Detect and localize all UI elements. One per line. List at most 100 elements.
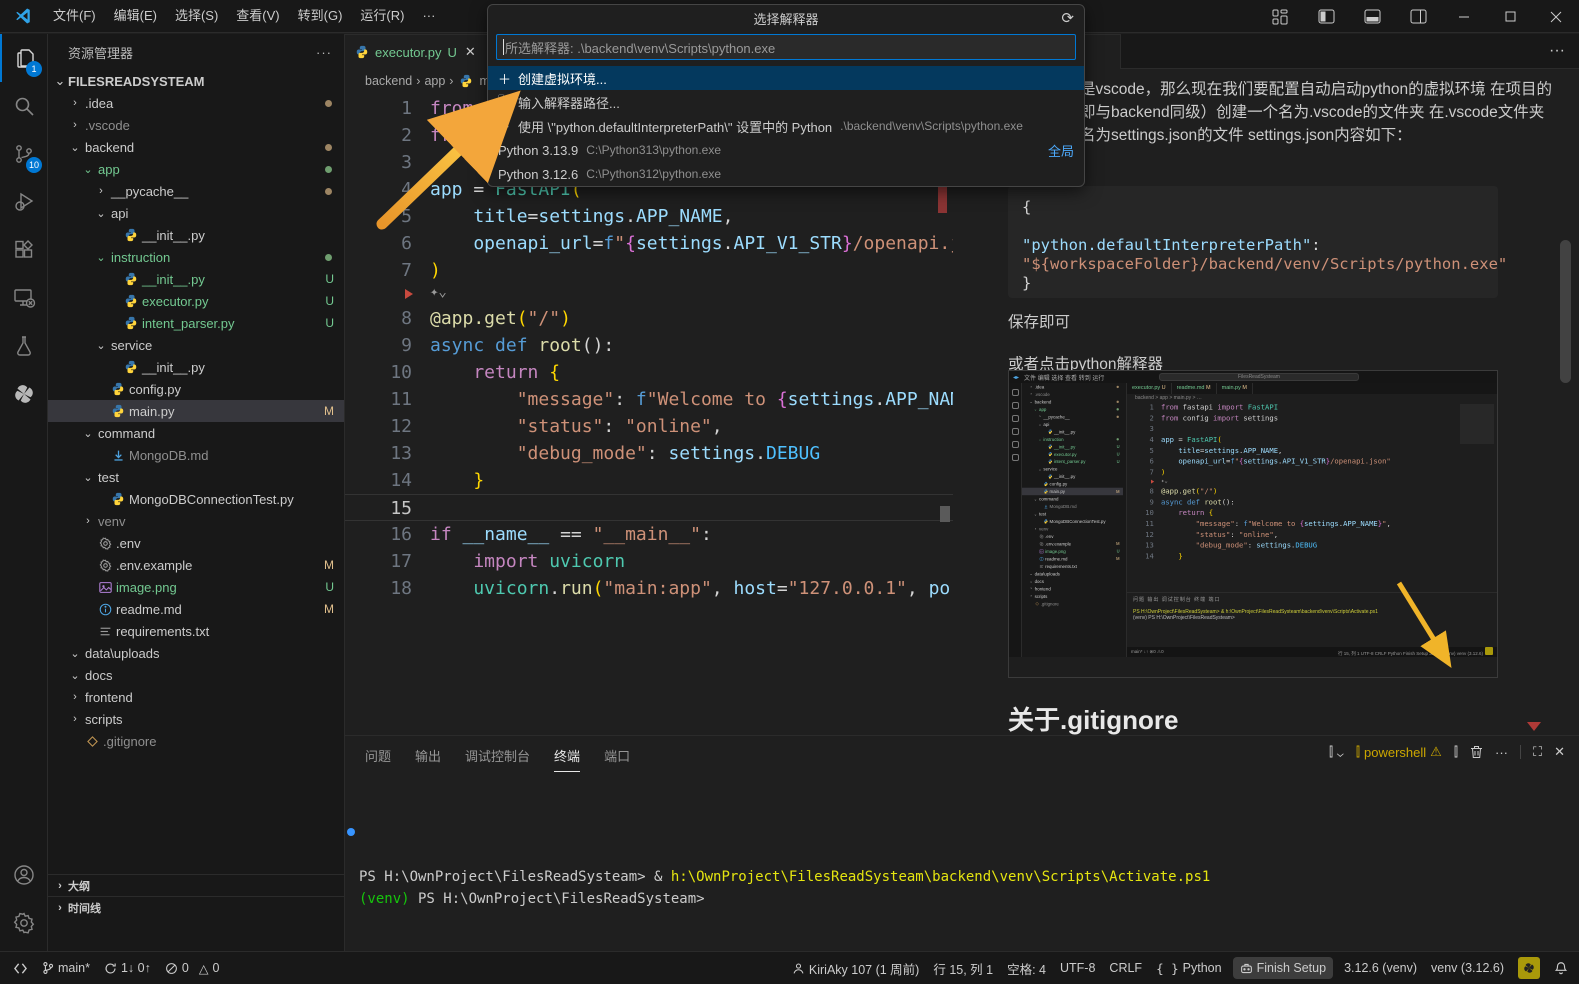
sparkle-icon[interactable]: ✦⌄ <box>1161 478 1168 484</box>
chevron-right-icon[interactable]: › <box>1033 527 1038 531</box>
quickpick-item-1[interactable]: 🗀输入解释器路径... <box>488 90 1084 114</box>
tree-item-executor.py[interactable]: executor.pyU <box>48 290 344 312</box>
code-line-6[interactable]: 6 openapi_url=f"{settings.API_V1_STR}/op… <box>1127 456 1487 467</box>
chevron-right-icon[interactable]: › <box>1028 587 1033 591</box>
tree-item-__init__.py[interactable]: __init__.py <box>48 356 344 378</box>
chevron-down-icon[interactable]: ⌄ <box>80 427 96 440</box>
tree-item-api[interactable]: ⌄api <box>1022 420 1123 427</box>
tree-item-command[interactable]: ⌄command <box>1022 495 1123 502</box>
code-line-7[interactable]: 7) <box>1127 467 1487 478</box>
tree-item-instruction[interactable]: ⌄instruction <box>48 246 344 268</box>
tree-item-backend[interactable]: ⌄backend <box>1022 398 1123 405</box>
quickpick-item-3[interactable]: Python 3.13.9C:\Python313\python.exe全局 <box>488 138 1084 162</box>
status-language-mode[interactable]: { }Python <box>1149 957 1229 979</box>
tab-close-icon[interactable]: ✕ <box>465 44 476 60</box>
chevron-down-icon[interactable]: ⌄ <box>67 669 83 682</box>
menu-g[interactable]: 转到(G) <box>289 5 352 27</box>
quickpick-item-4[interactable]: Python 3.12.6C:\Python312\python.exe <box>488 162 1084 186</box>
terminal-output[interactable]: PS H:\OwnProject\FilesReadSysteam> & h:\… <box>359 800 1210 910</box>
status-extension-badge[interactable] <box>1511 957 1547 979</box>
tree-item-.gitignore[interactable]: .gitignore <box>1022 600 1123 607</box>
status-problems[interactable]: 0△0 <box>158 957 227 979</box>
maximize-button[interactable] <box>1487 0 1533 33</box>
tree-item-.gitignore[interactable]: .gitignore <box>48 730 344 752</box>
chevron-right-icon[interactable]: › <box>67 713 83 725</box>
status-python-version[interactable]: 3.12.6 (venv) <box>1337 957 1424 979</box>
tree-item-readme.md[interactable]: readme.mdM <box>1022 555 1123 562</box>
chevron-right-icon[interactable]: › <box>1028 385 1033 389</box>
section-timeline[interactable]: ›时间线 <box>48 896 345 918</box>
code-line-7[interactable]: 7) <box>345 257 953 284</box>
refresh-icon[interactable]: ⟳ <box>1061 9 1074 27</box>
panel-tab-端口[interactable]: 端口 <box>604 746 630 772</box>
code-line-10[interactable]: 10 return { <box>345 359 953 386</box>
tree-item-docs[interactable]: ⌄docs <box>1022 577 1123 584</box>
sparkle-icon[interactable]: ✦⌄ <box>430 284 447 300</box>
customize-layout-icon[interactable] <box>1257 0 1303 33</box>
tree-item-requirements.txt[interactable]: requirements.txt <box>1022 563 1123 570</box>
tree-item-data-uploads[interactable]: ⌄data\uploads <box>48 642 344 664</box>
chevron-right-icon[interactable]: › <box>67 97 83 109</box>
tree-item-service[interactable]: ⌄service <box>48 334 344 356</box>
split-terminal-icon[interactable]: ⫿ <box>1454 744 1458 760</box>
tree-item-.vscode[interactable]: ›.vscode <box>1022 390 1123 397</box>
status-blame-info[interactable]: KiriAky 107 (1 周前) <box>785 957 926 979</box>
chevron-right-icon[interactable]: › <box>93 185 109 197</box>
editor-scrollbar[interactable] <box>940 506 950 522</box>
tree-item-venv[interactable]: ›venv <box>1022 525 1123 532</box>
toggle-sidebar-icon[interactable] <box>1303 0 1349 33</box>
tree-item-__init__.py[interactable]: __init__.pyU <box>1022 443 1123 450</box>
quickpick-item-2[interactable]: ⚙使用 \"python.defaultInterpreterPath\" 设置… <box>488 114 1084 138</box>
tree-item-docs[interactable]: ⌄docs <box>48 664 344 686</box>
tree-item-__init__.py[interactable]: __init__.py <box>48 224 344 246</box>
tree-item-mongodb.md[interactable]: MongoDB.md <box>48 444 344 466</box>
code-line-10[interactable]: 10 return { <box>1127 508 1487 519</box>
breadcrumb-segment[interactable]: backend <box>365 74 412 88</box>
code-line-11[interactable]: 11 "message": f"Welcome to {settings.APP… <box>1127 518 1487 529</box>
code-line-13[interactable]: 13 "debug_mode": settings.DEBUG <box>345 440 953 467</box>
tree-item-.idea[interactable]: ›.idea <box>1022 383 1123 390</box>
tree-item-.env[interactable]: .env <box>48 532 344 554</box>
code-line-8[interactable]: 8@app.get("/") <box>1127 486 1487 497</box>
testing-icon[interactable] <box>0 322 48 370</box>
chevron-down-icon[interactable]: ⌄ <box>1037 437 1042 441</box>
extensions-icon[interactable] <box>0 226 48 274</box>
chevron-down-icon[interactable]: ⌄ <box>67 647 83 660</box>
tree-item-command[interactable]: ⌄command <box>48 422 344 444</box>
tree-item-instruction[interactable]: ⌄instruction <box>1022 435 1123 442</box>
tree-item-mongodb.md[interactable]: MongoDB.md <box>1022 503 1123 510</box>
code-line-5[interactable]: 5 title=settings.APP_NAME, <box>1127 445 1487 456</box>
minimize-button[interactable] <box>1441 0 1487 33</box>
menu-e[interactable]: 编辑(E) <box>105 5 166 27</box>
panel-tab-输出[interactable]: 输出 <box>415 746 441 772</box>
close-panel-icon[interactable]: ✕ <box>1554 744 1565 760</box>
quickpick-item-0[interactable]: ＋创建虚拟环境... <box>488 66 1084 90</box>
tree-item-image.png[interactable]: image.pngU <box>48 576 344 598</box>
more-actions-icon[interactable]: ··· <box>1495 745 1508 760</box>
chevron-down-icon[interactable]: ⌄ <box>1037 422 1042 426</box>
source-control-icon[interactable]: 10 <box>0 130 48 178</box>
chevron-down-icon[interactable]: ⌄ <box>1028 579 1033 583</box>
status-finish-setup[interactable]: Finish Setup <box>1233 957 1333 979</box>
pinwheel-extension-icon[interactable] <box>0 370 48 418</box>
chevron-down-icon[interactable]: ⌄ <box>80 163 96 176</box>
run-debug-icon[interactable] <box>0 178 48 226</box>
code-line-13[interactable]: 13 "debug_mode": settings.DEBUG <box>1127 540 1487 551</box>
tree-item-.idea[interactable]: ›.idea <box>48 92 344 114</box>
breadcrumb-segment[interactable]: app <box>424 74 445 88</box>
tree-item-test[interactable]: ⌄test <box>48 466 344 488</box>
status-indentation[interactable]: 空格: 4 <box>1000 957 1053 979</box>
status-git-branch[interactable]: main* <box>35 957 97 979</box>
chevron-down-icon[interactable]: ⌄ <box>1037 467 1042 471</box>
search-icon[interactable] <box>0 82 48 130</box>
code-line-6[interactable]: 6 openapi_url=f"{settings.API_V1_STR}/op… <box>345 230 953 257</box>
menu-r[interactable]: 运行(R) <box>351 5 413 27</box>
tree-item-scripts[interactable]: ›scripts <box>1022 592 1123 599</box>
tree-item-.vscode[interactable]: ›.vscode <box>48 114 344 136</box>
chevron-down-icon[interactable]: ⌄ <box>1033 497 1038 501</box>
tree-item-frontend[interactable]: ›frontend <box>1022 585 1123 592</box>
account-icon[interactable] <box>0 851 48 899</box>
code-line-14[interactable]: 14 } <box>1127 551 1487 560</box>
editor-actions-more-icon[interactable]: ··· <box>1549 34 1579 68</box>
chevron-down-icon[interactable]: ⌄ <box>93 339 109 352</box>
